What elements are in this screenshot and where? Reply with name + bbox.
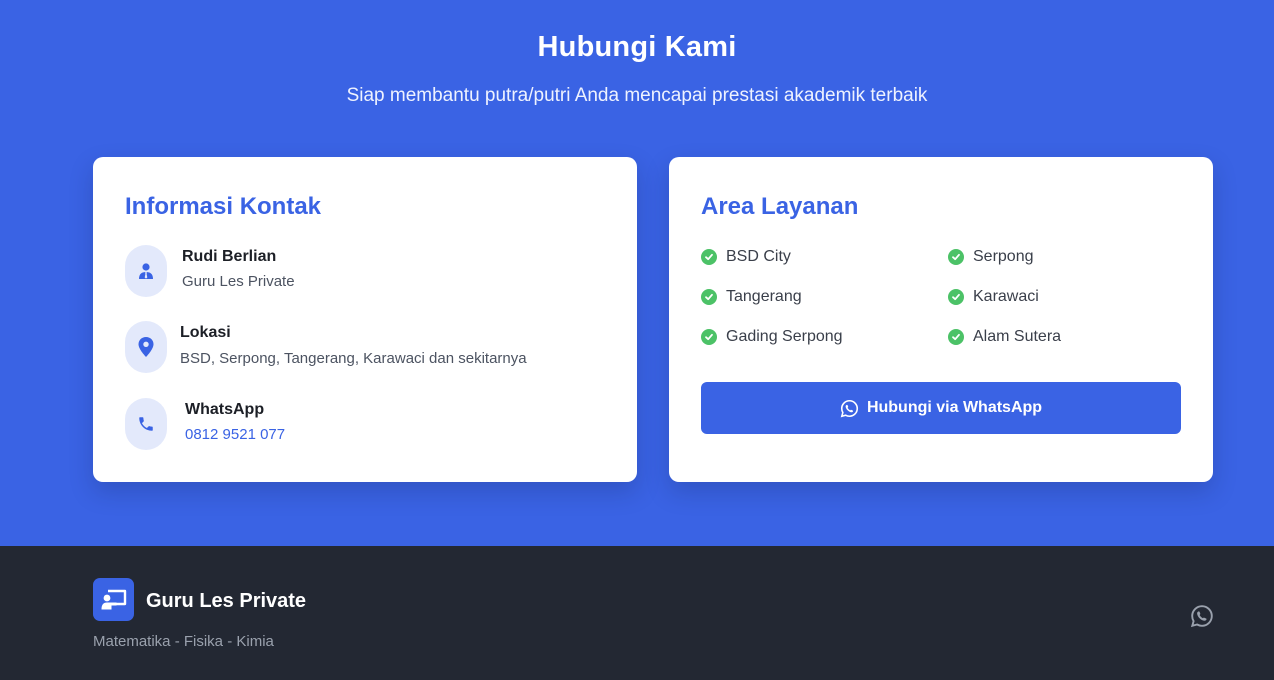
area-item: Karawaci bbox=[948, 288, 1039, 306]
contact-location-label: Lokasi bbox=[180, 324, 231, 341]
area-item: Gading Serpong bbox=[701, 328, 843, 346]
service-area-card: Area Layanan BSD City Serpong Tangerang … bbox=[669, 157, 1213, 482]
area-label: Alam Sutera bbox=[973, 328, 1062, 345]
section-subtitle: Siap membantu putra/putri Anda mencapai … bbox=[346, 85, 928, 106]
chalkboard-teacher-icon bbox=[93, 578, 134, 621]
area-item: Tangerang bbox=[701, 288, 802, 306]
check-circle-icon bbox=[948, 289, 964, 305]
phone-icon bbox=[125, 398, 167, 450]
contact-location-value: BSD, Serpong, Tangerang, Karawaci dan se… bbox=[180, 350, 527, 367]
area-label: Gading Serpong bbox=[726, 328, 843, 345]
check-circle-icon bbox=[701, 249, 717, 265]
footer-tagline: Matematika - Fisika - Kimia bbox=[93, 633, 274, 650]
area-label: Karawaci bbox=[973, 288, 1039, 305]
user-tie-icon bbox=[125, 245, 167, 297]
contact-info-card: Informasi Kontak Rudi Berlian Guru Les P… bbox=[93, 157, 637, 482]
area-item: Alam Sutera bbox=[948, 328, 1061, 346]
area-label: Tangerang bbox=[726, 288, 802, 305]
whatsapp-number-link[interactable]: 0812 9521 077 bbox=[185, 426, 285, 443]
contact-name-value: Guru Les Private bbox=[182, 273, 295, 290]
area-label: Serpong bbox=[973, 248, 1034, 265]
footer-brand: Guru Les Private bbox=[146, 590, 307, 612]
check-circle-icon bbox=[948, 249, 964, 265]
area-item: BSD City bbox=[701, 248, 791, 266]
footer-whatsapp-icon[interactable] bbox=[1190, 604, 1214, 628]
whatsapp-button-label: Hubungi via WhatsApp bbox=[866, 399, 1043, 416]
whatsapp-contact-button[interactable]: Hubungi via WhatsApp bbox=[701, 382, 1181, 434]
area-item: Serpong bbox=[948, 248, 1034, 266]
map-pin-icon bbox=[125, 321, 167, 373]
contact-info-title: Informasi Kontak bbox=[125, 193, 322, 220]
contact-section: Hubungi Kami Siap membantu putra/putri A… bbox=[0, 0, 1274, 546]
whatsapp-icon bbox=[840, 399, 859, 418]
area-label: BSD City bbox=[726, 248, 791, 265]
check-circle-icon bbox=[701, 289, 717, 305]
contact-whatsapp-label: WhatsApp bbox=[185, 401, 265, 418]
contact-name-label: Rudi Berlian bbox=[182, 248, 277, 265]
service-area-title: Area Layanan bbox=[701, 193, 859, 220]
footer: Guru Les Private Matematika - Fisika - K… bbox=[0, 546, 1274, 680]
check-circle-icon bbox=[948, 329, 964, 345]
check-circle-icon bbox=[701, 329, 717, 345]
section-title: Hubungi Kami bbox=[537, 31, 737, 63]
